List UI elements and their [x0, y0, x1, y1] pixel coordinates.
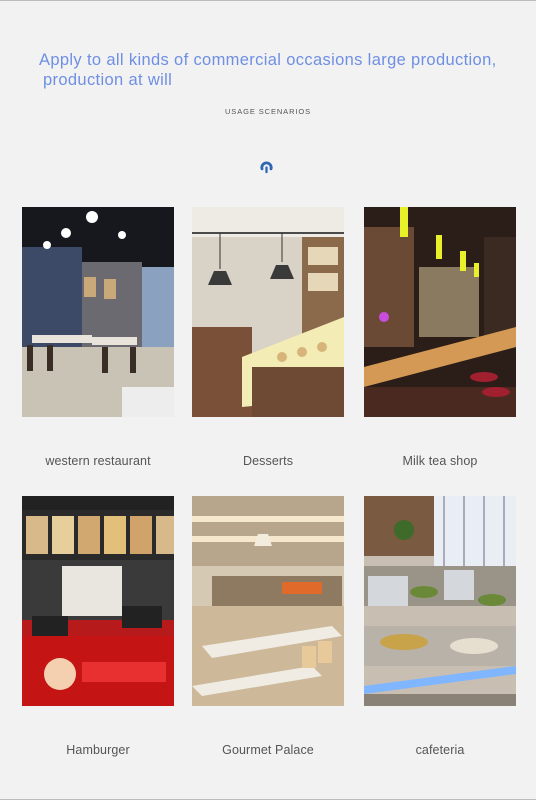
gourmet-palace-photo [192, 496, 344, 706]
desserts-photo [192, 207, 344, 417]
western-restaurant-photo [22, 207, 174, 417]
top-border [0, 0, 536, 1]
headline-line-2: production at will [43, 71, 173, 89]
scenario-card-hamburger[interactable]: Hamburger [22, 496, 174, 757]
scenario-card-gourmet-palace[interactable]: Gourmet Palace [192, 496, 344, 757]
scenario-label: Milk tea shop [402, 454, 478, 468]
hook-icon [260, 161, 273, 174]
scenario-label: Hamburger [66, 743, 130, 757]
scenario-label: Desserts [242, 454, 294, 468]
scenario-label: western restaurant [45, 454, 151, 468]
hamburger-photo [22, 496, 174, 706]
headline: Apply to all kinds of commercial occasio… [39, 50, 509, 90]
cafeteria-photo [364, 496, 516, 706]
scenario-card-western-restaurant[interactable]: western restaurant [22, 207, 174, 468]
scenario-card-milk-tea-shop[interactable]: Milk tea shop [364, 207, 516, 468]
section-subtitle: USAGE SCENARIOS [224, 107, 312, 116]
scenario-label: cafeteria [415, 743, 465, 757]
scenario-label: Gourmet Palace [222, 743, 314, 757]
scenario-card-desserts[interactable]: Desserts [192, 207, 344, 468]
milk-tea-shop-photo [364, 207, 516, 417]
scenario-card-cafeteria[interactable]: cafeteria [364, 496, 516, 757]
headline-line-1: Apply to all kinds of commercial occasio… [39, 51, 497, 69]
